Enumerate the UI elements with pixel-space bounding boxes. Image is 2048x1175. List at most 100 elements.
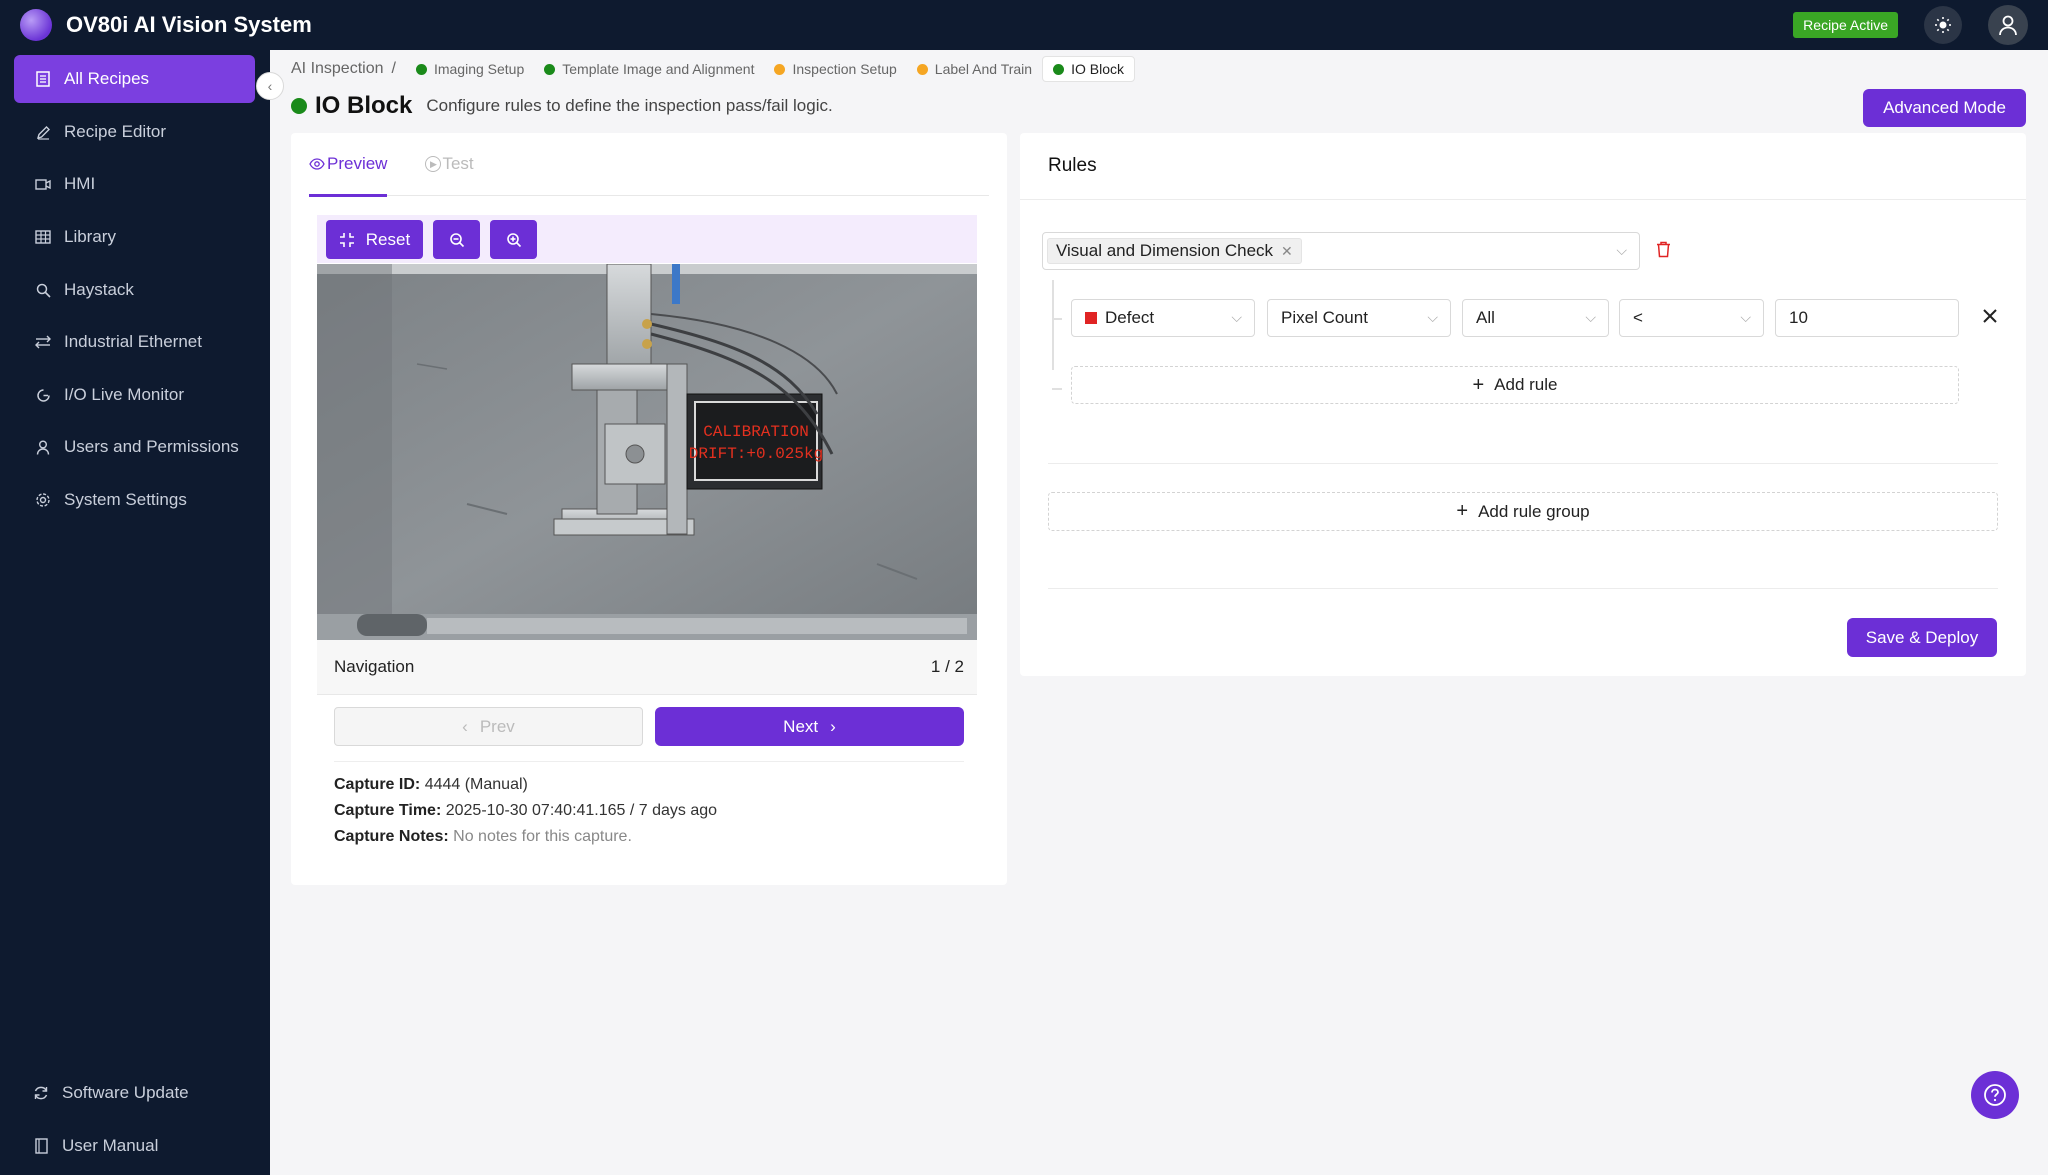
pencil-icon <box>34 125 52 140</box>
step-label-and-train[interactable]: Label And Train <box>907 57 1042 81</box>
sidebar-item-all-recipes[interactable]: All Recipes <box>14 55 255 103</box>
operator-select[interactable]: < ⌵ <box>1619 299 1764 337</box>
sidebar-item-recipe-editor[interactable]: Recipe Editor <box>14 108 255 156</box>
chevron-down-icon: ⌵ <box>1231 309 1242 325</box>
sidebar: All Recipes Recipe Editor HMI Library Ha… <box>0 50 270 1175</box>
sidebar-item-label: I/O Live Monitor <box>64 385 184 404</box>
eye-icon <box>309 158 325 170</box>
next-label: Next <box>783 716 819 736</box>
gear-icon <box>34 492 52 508</box>
class-select[interactable]: Defect ⌵ <box>1071 299 1255 337</box>
sidebar-item-io-live-monitor[interactable]: I/O Live Monitor <box>14 371 255 419</box>
capture-notes-label: Capture Notes: <box>334 828 449 845</box>
rule-group-tag: Visual and Dimension Check ✕ <box>1047 238 1302 264</box>
step-label: Imaging Setup <box>433 61 525 77</box>
tab-label: Test <box>442 154 474 173</box>
sidebar-item-label: User Manual <box>62 1136 159 1155</box>
sidebar-item-system-settings[interactable]: System Settings <box>14 476 255 524</box>
sidebar-item-user-manual[interactable]: User Manual <box>14 1122 255 1170</box>
play-circle-icon: ▶ <box>425 156 442 172</box>
add-rule-label: Add rule <box>1494 375 1558 394</box>
save-deploy-button[interactable]: Save & Deploy <box>1847 618 1997 657</box>
capture-id-value: 4444 (Manual) <box>424 776 528 793</box>
step-template-image-alignment[interactable]: Template Image and Alignment <box>534 57 764 81</box>
status-dot <box>916 63 928 75</box>
sidebar-item-label: All Recipes <box>64 69 150 88</box>
step-imaging-setup[interactable]: Imaging Setup <box>406 57 534 81</box>
rule-tree-branch <box>1052 388 1062 390</box>
tab-label: Preview <box>327 154 388 173</box>
navigation-bar: Navigation 1 / 2 <box>317 640 977 695</box>
threshold-input[interactable]: 10 <box>1775 299 1959 337</box>
zoom-in-button[interactable] <box>490 220 537 259</box>
sidebar-item-industrial-ethernet[interactable]: Industrial Ethernet <box>14 318 255 366</box>
zoom-out-button[interactable] <box>433 220 480 259</box>
status-dot <box>1053 63 1065 75</box>
breadcrumb-root[interactable]: AI Inspection <box>291 60 384 78</box>
capture-id: Capture ID: 4444 (Manual) <box>334 776 528 794</box>
top-bar-actions: Recipe Active <box>1793 0 2028 50</box>
sidebar-collapse-button[interactable]: ‹ <box>256 72 284 100</box>
network-icon <box>34 335 52 349</box>
divider <box>334 761 964 762</box>
tab-test[interactable]: ▶ Test <box>425 133 474 196</box>
sidebar-item-haystack[interactable]: Haystack <box>14 266 255 314</box>
rules-title: Rules <box>1048 155 1097 176</box>
zoom-out-icon <box>449 232 464 247</box>
status-dot <box>291 98 307 114</box>
close-icon[interactable]: ✕ <box>1281 243 1293 260</box>
operator-value: < <box>1633 308 1643 327</box>
rule-group-select[interactable]: Visual and Dimension Check ✕ ⌵ <box>1042 232 1640 270</box>
advanced-mode-button[interactable]: Advanced Mode <box>1863 89 2026 127</box>
sidebar-item-label: Library <box>64 227 116 246</box>
sidebar-item-label: Haystack <box>64 280 134 299</box>
sidebar-item-hmi[interactable]: HMI <box>14 160 255 208</box>
step-io-block[interactable]: IO Block <box>1042 56 1135 82</box>
book-icon <box>32 1138 50 1154</box>
top-bar: OV80i AI Vision System Recipe Active <box>0 0 2048 50</box>
chevron-down-icon: ⌵ <box>1427 309 1438 325</box>
breadcrumb: AI Inspection / Imaging Setup Template I… <box>291 56 1135 82</box>
prev-label: Prev <box>479 716 515 736</box>
prev-button[interactable]: ‹ Prev <box>334 707 643 746</box>
refresh-icon <box>32 1085 50 1101</box>
capture-time-label: Capture Time: <box>334 802 442 819</box>
rule-tree-line <box>1052 280 1054 370</box>
tab-preview[interactable]: Preview <box>309 133 388 197</box>
capture-image[interactable]: CALIBRATION DRIFT:+0.025kg <box>317 264 977 640</box>
next-button[interactable]: Next › <box>655 707 964 746</box>
chevron-left-icon: ‹ <box>267 78 273 94</box>
step-inspection-setup[interactable]: Inspection Setup <box>764 57 906 81</box>
sidebar-item-users-and-permissions[interactable]: Users and Permissions <box>14 423 255 471</box>
capture-image-graphic: CALIBRATION DRIFT:+0.025kg <box>317 264 977 640</box>
help-button[interactable] <box>1971 1071 2019 1119</box>
class-color-swatch <box>1085 312 1097 324</box>
tag-label: Visual and Dimension Check <box>1056 241 1274 260</box>
step-label: Template Image and Alignment <box>562 61 755 77</box>
compress-icon <box>339 232 354 247</box>
theme-toggle-button[interactable] <box>1924 6 1962 44</box>
status-dot <box>544 63 556 75</box>
sidebar-item-label: System Settings <box>64 490 187 509</box>
add-rule-group-button[interactable]: + Add rule group <box>1048 492 1998 531</box>
add-rule-button[interactable]: + Add rule <box>1071 366 1959 404</box>
rules-panel: Rules Visual and Dimension Check ✕ ⌵ Def… <box>1020 133 2026 676</box>
capture-notes: Capture Notes: No notes for this capture… <box>334 828 632 846</box>
delete-group-button[interactable] <box>1656 241 1671 263</box>
divider <box>1048 588 1998 589</box>
metric-select[interactable]: Pixel Count ⌵ <box>1267 299 1451 337</box>
preview-tabs: Preview ▶ Test <box>309 133 989 197</box>
sidebar-item-software-update[interactable]: Software Update <box>14 1069 255 1117</box>
scope-select[interactable]: All ⌵ <box>1462 299 1609 337</box>
sidebar-item-library[interactable]: Library <box>14 213 255 261</box>
user-avatar-button[interactable] <box>1988 5 2028 45</box>
reset-button[interactable]: Reset <box>326 220 423 259</box>
sidebar-item-label: HMI <box>64 174 96 193</box>
search-icon <box>34 283 52 298</box>
video-icon <box>34 178 52 191</box>
page-indicator: 1 / 2 <box>930 657 964 676</box>
remove-rule-button[interactable] <box>1983 303 1997 329</box>
close-icon <box>1983 309 1997 323</box>
monitor-icon <box>34 388 52 403</box>
preview-panel: Preview ▶ Test Reset CALIBRATION DRIFT:+… <box>291 133 1007 885</box>
